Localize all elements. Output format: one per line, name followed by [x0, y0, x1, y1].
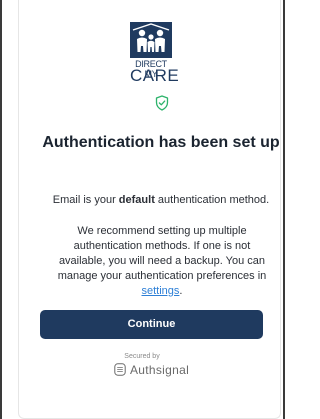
authsignal-logo-icon — [114, 363, 126, 376]
authsignal-name: Authsignal — [130, 363, 190, 377]
authsignal-brand: Authsignal — [114, 362, 196, 378]
recommendation-text: We recommend setting up multiple authent… — [53, 224, 271, 299]
recommendation-end: . — [179, 285, 183, 297]
window-frame-left — [0, 0, 2, 419]
default-method-prefix: Email is your — [52, 194, 119, 206]
direct-my-care-logo: DIRECT MY CARE — [130, 22, 180, 86]
default-method-suffix: authentication method. — [154, 194, 270, 206]
settings-link[interactable]: settings — [142, 285, 180, 297]
logo-text-care: CARE — [130, 66, 180, 85]
secured-by-label: Secured by — [124, 353, 160, 360]
window-frame-right — [283, 0, 285, 419]
continue-button[interactable]: Continue — [40, 310, 263, 339]
family-house-icon — [130, 22, 172, 58]
default-method-text: Email is your default authentication met… — [41, 193, 281, 207]
default-method-bold: default — [118, 194, 155, 206]
shield-check-icon — [155, 95, 169, 111]
recommendation-body: We recommend setting up multiple authent… — [57, 225, 267, 282]
page-title: Authentication has been set up — [42, 134, 280, 151]
